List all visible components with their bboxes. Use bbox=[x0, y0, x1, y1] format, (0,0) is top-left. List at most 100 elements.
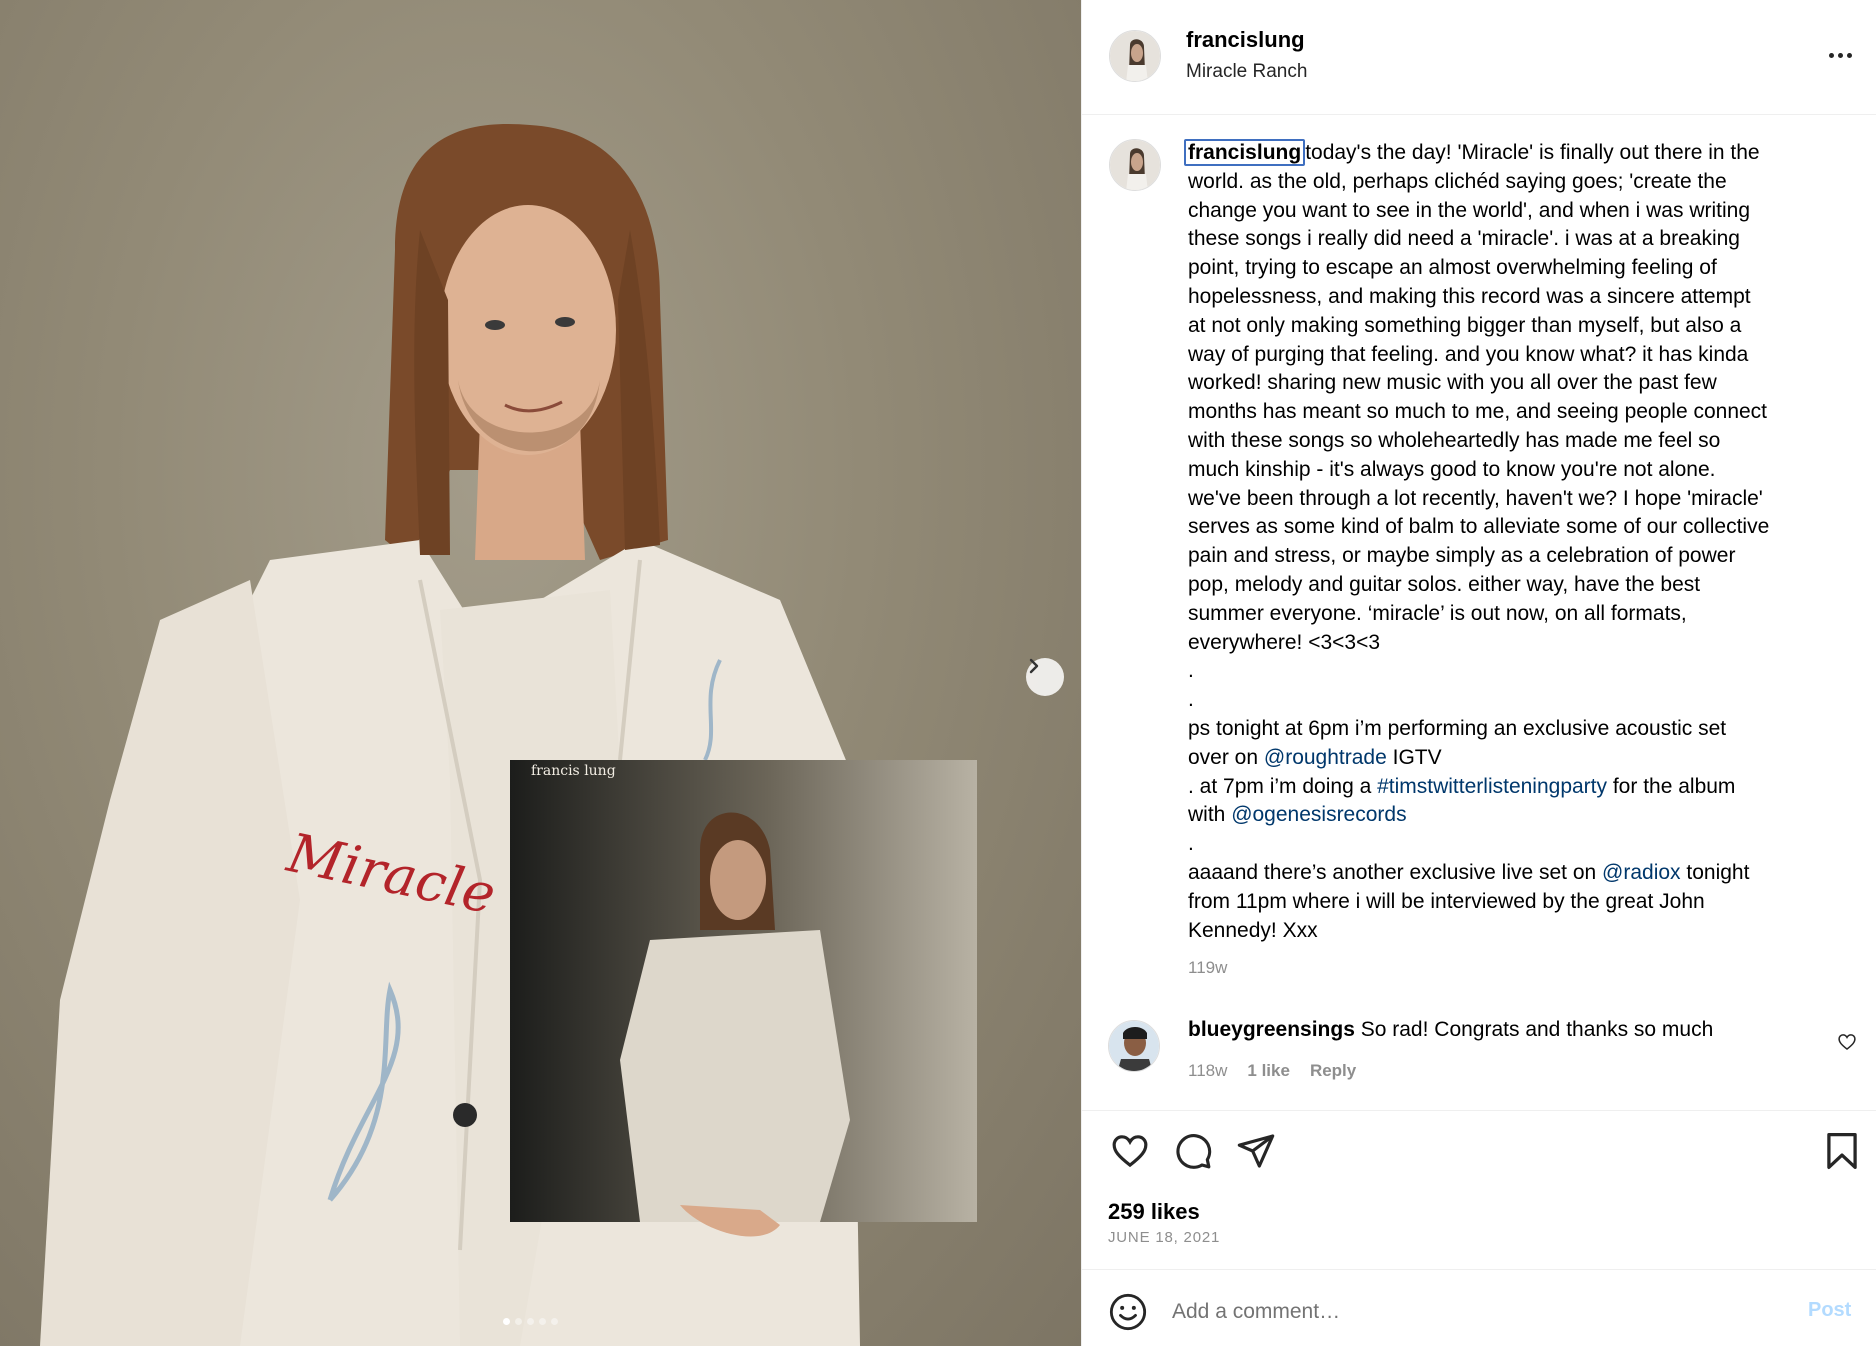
emoji-smile-icon[interactable] bbox=[1108, 1292, 1148, 1337]
commenter-avatar-image bbox=[1109, 1021, 1159, 1071]
caption-line: . bbox=[1188, 657, 1838, 686]
record-brand-text: francis lung bbox=[531, 763, 616, 779]
heart-icon[interactable] bbox=[1110, 1131, 1150, 1176]
like-count[interactable]: 259 likes bbox=[1108, 1199, 1200, 1225]
caption-text-segment: aaaand there’s another exclusive live se… bbox=[1188, 860, 1603, 884]
comment-meta: 118w 1 like Reply bbox=[1188, 1061, 1356, 1081]
carousel-dot bbox=[539, 1318, 546, 1325]
caption-line: way of purging that feeling. and you kno… bbox=[1188, 341, 1838, 370]
caption-text-segment: pain and stress, or maybe simply as a ce… bbox=[1188, 544, 1736, 568]
mention-link[interactable]: @radiox bbox=[1602, 861, 1681, 884]
caption-line: point, trying to escape an almost overwh… bbox=[1188, 254, 1838, 283]
caption-line: . at 7pm i’m doing a #timstwitterlisteni… bbox=[1188, 773, 1838, 802]
caption-text-segment: Kennedy! Xxx bbox=[1188, 918, 1318, 942]
author-username[interactable]: francislung bbox=[1186, 27, 1305, 53]
caption-text-segment: change you want to see in the world', an… bbox=[1188, 198, 1750, 222]
composer-divider bbox=[1081, 1269, 1876, 1270]
chevron-right-icon bbox=[1029, 658, 1039, 674]
caption-line: with @ogenesisrecords bbox=[1188, 801, 1838, 830]
comment-like-count[interactable]: 1 like bbox=[1247, 1061, 1290, 1081]
caption-line: pop, melody and guitar solos. either way… bbox=[1188, 571, 1838, 600]
post-location[interactable]: Miracle Ranch bbox=[1186, 61, 1307, 83]
caption-text-segment: pop, melody and guitar solos. either way… bbox=[1188, 572, 1701, 596]
comment-heart-icon[interactable] bbox=[1837, 1032, 1857, 1057]
caption-line: . bbox=[1188, 686, 1838, 715]
comment-input[interactable] bbox=[1172, 1296, 1772, 1328]
commenter-avatar[interactable] bbox=[1108, 1020, 1160, 1072]
carousel-next-button[interactable] bbox=[1026, 658, 1064, 696]
caption-line: serves as some kind of balm to alleviate… bbox=[1188, 513, 1838, 542]
caption-text-segment: with bbox=[1188, 803, 1232, 827]
caption-line: aaaand there’s another exclusive live se… bbox=[1188, 859, 1838, 888]
caption-text-segment: . bbox=[1188, 659, 1194, 683]
comment-username[interactable]: blueygreensings bbox=[1188, 1018, 1355, 1041]
caption-text-segment: . bbox=[1188, 688, 1194, 712]
caption-username[interactable]: francislung bbox=[1184, 139, 1306, 166]
comment-timestamp[interactable]: 118w bbox=[1188, 1061, 1227, 1081]
caption-text-segment: summer everyone. ‘miracle’ is out now, o… bbox=[1188, 601, 1687, 625]
more-options-icon[interactable] bbox=[1820, 40, 1860, 70]
caption-line: ps tonight at 6pm i’m performing an excl… bbox=[1188, 715, 1838, 744]
caption-text-segment: these songs i really did need a 'miracle… bbox=[1188, 227, 1740, 251]
paper-plane-icon[interactable] bbox=[1236, 1131, 1276, 1176]
caption-line: pain and stress, or maybe simply as a ce… bbox=[1188, 542, 1838, 571]
carousel-dot bbox=[527, 1318, 534, 1325]
caption-text-segment: hopelessness, and making this record was… bbox=[1188, 284, 1751, 308]
actions-divider bbox=[1081, 1110, 1876, 1111]
caption-line: from 11pm where i will be interviewed by… bbox=[1188, 888, 1838, 917]
carousel-indicator bbox=[503, 1318, 558, 1325]
comment-bubble-icon[interactable] bbox=[1173, 1131, 1213, 1176]
hashtag-link[interactable]: #timstwitterlisteningparty bbox=[1377, 775, 1607, 798]
comment-body: So rad! Congrats and thanks so much bbox=[1360, 1018, 1714, 1041]
caption-text-segment: from 11pm where i will be interviewed by… bbox=[1188, 889, 1705, 913]
caption-text-segment: . bbox=[1188, 832, 1194, 856]
caption-line: much kinship - it's always good to know … bbox=[1188, 456, 1838, 485]
caption-text-segment: worked! sharing new music with you all o… bbox=[1188, 371, 1717, 395]
caption-line: months has meant so much to me, and seei… bbox=[1188, 398, 1838, 427]
caption-text-segment: today's the day! 'Miracle' is finally ou… bbox=[1305, 141, 1760, 164]
caption-line: change you want to see in the world', an… bbox=[1188, 197, 1838, 226]
mention-link[interactable]: @roughtrade bbox=[1264, 746, 1387, 769]
caption-text-segment: at not only making something bigger than… bbox=[1188, 313, 1742, 337]
caption-text-segment: world. as the old, perhaps clichéd sayin… bbox=[1188, 169, 1727, 193]
caption-line: we've been through a lot recently, haven… bbox=[1188, 485, 1838, 514]
post-comment-button[interactable]: Post bbox=[1808, 1299, 1851, 1322]
caption-line: at not only making something bigger than… bbox=[1188, 312, 1838, 341]
caption-avatar[interactable] bbox=[1109, 139, 1161, 191]
post-date[interactable]: JUNE 18, 2021 bbox=[1108, 1229, 1220, 1246]
caption-text-segment: serves as some kind of balm to alleviate… bbox=[1188, 515, 1770, 539]
author-avatar[interactable] bbox=[1109, 30, 1161, 82]
caption-text-segment: tonight bbox=[1680, 860, 1750, 884]
caption-line: world. as the old, perhaps clichéd sayin… bbox=[1188, 168, 1838, 197]
caption-text-segment: ps tonight at 6pm i’m performing an excl… bbox=[1188, 716, 1727, 740]
caption-line: summer everyone. ‘miracle’ is out now, o… bbox=[1188, 600, 1838, 629]
carousel-dot bbox=[551, 1318, 558, 1325]
comment-text: blueygreensings So rad! Congrats and tha… bbox=[1188, 1018, 1713, 1042]
caption-text-segment: much kinship - it's always good to know … bbox=[1188, 457, 1716, 481]
post-header: francislung Miracle Ranch bbox=[1082, 0, 1876, 115]
carousel-dot bbox=[515, 1318, 522, 1325]
caption-text-segment: we've been through a lot recently, haven… bbox=[1188, 486, 1763, 510]
caption-text-segment: way of purging that feeling. and you kno… bbox=[1188, 342, 1749, 366]
caption-text-segment: IGTV bbox=[1386, 745, 1442, 769]
caption-line: worked! sharing new music with you all o… bbox=[1188, 369, 1838, 398]
caption-line: francislung today's the day! 'Miracle' is… bbox=[1184, 139, 1838, 168]
mention-link[interactable]: @ogenesisrecords bbox=[1231, 803, 1406, 826]
caption-line: Kennedy! Xxx bbox=[1188, 917, 1838, 946]
caption-text-segment: for the album bbox=[1607, 774, 1736, 798]
caption-text-segment: everywhere! <3<3<3 bbox=[1188, 630, 1381, 654]
caption-line: with these songs so wholeheartedly has m… bbox=[1188, 427, 1838, 456]
bookmark-icon[interactable] bbox=[1824, 1131, 1860, 1176]
caption-text-segment: point, trying to escape an almost overwh… bbox=[1188, 256, 1717, 280]
caption-line: these songs i really did need a 'miracle… bbox=[1188, 225, 1838, 254]
comment-reply-button[interactable]: Reply bbox=[1310, 1061, 1356, 1081]
photo-illustration: Miracle bbox=[40, 124, 977, 1346]
caption-text-segment: . at 7pm i’m doing a bbox=[1188, 774, 1378, 798]
caption-timestamp[interactable]: 119w bbox=[1188, 958, 1227, 978]
author-avatar-image bbox=[1110, 31, 1160, 81]
caption-avatar-image bbox=[1110, 140, 1160, 190]
caption-text: francislung today's the day! 'Miracle' is… bbox=[1184, 139, 1838, 946]
post-photo[interactable]: Miracle francis lung bbox=[0, 0, 1081, 1346]
caption-line: . bbox=[1188, 830, 1838, 859]
caption-text-segment: over on bbox=[1188, 745, 1264, 769]
